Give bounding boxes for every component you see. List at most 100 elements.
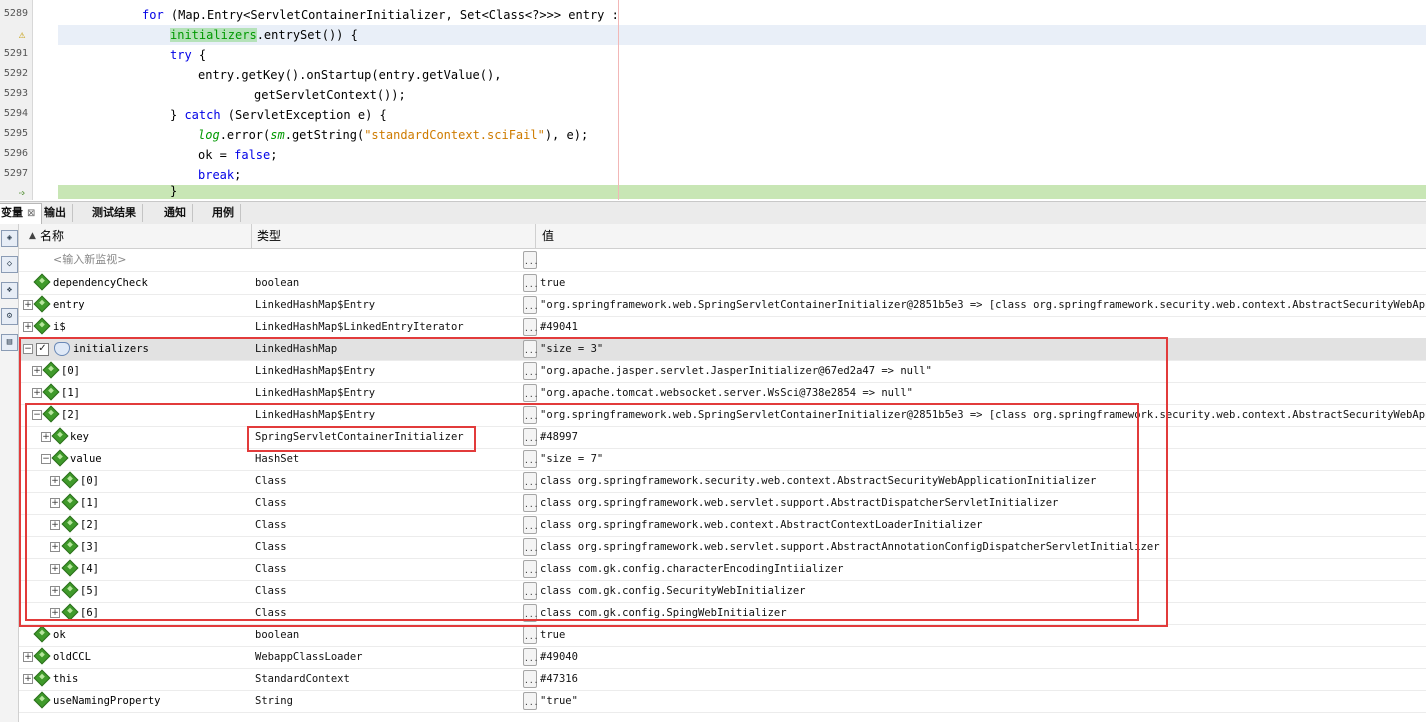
expand-icon[interactable]: + (41, 432, 51, 442)
ellipsis-button[interactable]: ... (523, 582, 538, 600)
column-header-type[interactable]: 类型 (257, 224, 281, 248)
expand-icon[interactable]: + (32, 366, 42, 376)
table-row[interactable]: + key SpringServletContainerInitializer … (19, 426, 1426, 449)
ellipsis-button[interactable]: ... (523, 538, 538, 556)
expand-icon[interactable]: + (23, 674, 33, 684)
column-divider[interactable] (535, 224, 536, 248)
ellipsis-button[interactable]: ... (523, 296, 538, 314)
table-row[interactable]: + oldCCL WebappClassLoader ... #49040 (19, 646, 1426, 669)
table-row[interactable]: + [3] Class ... class org.springframewor… (19, 536, 1426, 559)
new-watch-row[interactable]: <输入新监视> ... (19, 249, 1426, 272)
table-row[interactable]: + [2] Class ... class org.springframewor… (19, 514, 1426, 537)
expand-icon[interactable]: + (50, 520, 60, 530)
expand-icon[interactable]: + (50, 608, 60, 618)
variable-value[interactable]: class org.springframework.web.servlet.su… (540, 492, 1426, 514)
table-row[interactable]: − [2] LinkedHashMap$Entry ... "org.sprin… (19, 404, 1426, 427)
tab-notifications[interactable]: 通知 (158, 204, 193, 222)
variable-value[interactable]: #47316 (540, 668, 1426, 690)
table-row[interactable]: + [1] Class ... class org.springframewor… (19, 492, 1426, 515)
variable-value[interactable]: true (540, 272, 1426, 294)
ellipsis-button[interactable]: ... (523, 384, 538, 402)
ellipsis-button[interactable]: ... (523, 251, 538, 269)
table-row[interactable]: + [0] LinkedHashMap$Entry ... "org.apach… (19, 360, 1426, 383)
layout-icon[interactable]: ▤ (1, 334, 18, 351)
ellipsis-button[interactable]: ... (523, 428, 538, 446)
ellipsis-button[interactable]: ... (523, 362, 538, 380)
variable-value[interactable]: true (540, 624, 1426, 646)
table-row[interactable]: + [1] LinkedHashMap$Entry ... "org.apach… (19, 382, 1426, 405)
column-header-value[interactable]: 值 (542, 224, 554, 248)
expand-icon[interactable]: + (50, 476, 60, 486)
code-editor[interactable]: 5289 ⚠ 5291 5292 5293 5294 5295 5296 529… (0, 0, 1426, 200)
variable-value[interactable]: class com.gk.config.SecurityWebInitializ… (540, 580, 1426, 602)
variable-value[interactable]: class org.springframework.web.servlet.su… (540, 536, 1426, 558)
collapse-icon[interactable]: − (23, 344, 33, 354)
column-header-name[interactable]: 名称 (40, 224, 64, 248)
table-row[interactable]: + [4] Class ... class com.gk.config.char… (19, 558, 1426, 581)
variable-value[interactable]: "org.apache.tomcat.websocket.server.WsSc… (540, 382, 1426, 404)
ellipsis-button[interactable]: ... (523, 406, 538, 424)
table-row[interactable]: − ✓ initializers LinkedHashMap ... "size… (19, 338, 1426, 361)
variable-value[interactable]: #49041 (540, 316, 1426, 338)
watch-checkbox[interactable]: ✓ (36, 343, 49, 356)
collapse-icon[interactable]: − (41, 454, 51, 464)
table-row[interactable]: ok boolean ... true (19, 624, 1426, 647)
variable-value[interactable]: #49040 (540, 646, 1426, 668)
ellipsis-button[interactable]: ... (523, 604, 538, 622)
tab-variables[interactable]: 变量 ⊠ (0, 203, 43, 224)
variable-value[interactable]: #48997 (540, 426, 1426, 448)
ellipsis-button[interactable]: ... (523, 560, 538, 578)
variable-value[interactable]: class org.springframework.security.web.c… (540, 470, 1426, 492)
variable-value[interactable]: "org.springframework.web.SpringServletCo… (540, 294, 1426, 316)
expand-icon[interactable]: + (50, 564, 60, 574)
ellipsis-button[interactable]: ... (523, 472, 538, 490)
table-row[interactable]: − value HashSet ... "size = 7" (19, 448, 1426, 471)
settings-icon[interactable]: ⚙ (1, 308, 18, 325)
tab-use-cases[interactable]: 用例 (206, 204, 241, 222)
breakpoint-warning-icon[interactable]: ⚠ (16, 29, 28, 41)
variable-value[interactable]: class com.gk.config.characterEncodingInt… (540, 558, 1426, 580)
ellipsis-button[interactable]: ... (523, 274, 538, 292)
expand-icon[interactable]: + (50, 586, 60, 596)
tab-test-results[interactable]: 测试结果 (86, 204, 143, 222)
watch-icon[interactable]: ◈ (1, 230, 18, 247)
variable-value[interactable]: class org.springframework.web.context.Ab… (540, 514, 1426, 536)
table-row[interactable]: + entry LinkedHashMap$Entry ... "org.spr… (19, 294, 1426, 317)
variable-value[interactable]: "org.apache.jasper.servlet.JasperInitial… (540, 360, 1426, 382)
variable-value[interactable]: class com.gk.config.SpingWebInitializer (540, 602, 1426, 624)
ellipsis-button[interactable]: ... (523, 318, 538, 336)
table-row[interactable]: + [0] Class ... class org.springframewor… (19, 470, 1426, 493)
line-number-gutter[interactable]: 5289 ⚠ 5291 5292 5293 5294 5295 5296 529… (0, 0, 33, 200)
table-row[interactable]: + this StandardContext ... #47316 (19, 668, 1426, 691)
collapse-icon[interactable]: − (32, 410, 42, 420)
filter-icon[interactable]: ❖ (1, 282, 18, 299)
close-icon[interactable]: ⊠ (27, 208, 35, 219)
ellipsis-button[interactable]: ... (523, 648, 538, 666)
table-row[interactable]: + i$ LinkedHashMap$LinkedEntryIterator .… (19, 316, 1426, 339)
table-row[interactable]: + [5] Class ... class com.gk.config.Secu… (19, 580, 1426, 603)
variable-value[interactable]: "size = 7" (540, 448, 1426, 470)
ellipsis-button[interactable]: ... (523, 450, 538, 468)
ellipsis-button[interactable]: ... (523, 670, 538, 688)
ellipsis-button[interactable]: ... (523, 340, 538, 358)
expand-icon[interactable]: + (23, 652, 33, 662)
table-row[interactable]: + [6] Class ... class com.gk.config.Spin… (19, 602, 1426, 625)
ellipsis-button[interactable]: ... (523, 626, 538, 644)
table-row[interactable]: dependencyCheck boolean ... true (19, 272, 1426, 295)
ellipsis-button[interactable]: ... (523, 494, 538, 512)
expand-icon[interactable]: + (32, 388, 42, 398)
ellipsis-button[interactable]: ... (523, 516, 538, 534)
expand-icon[interactable]: + (23, 322, 33, 332)
new-watch-input[interactable]: <输入新监视> (53, 249, 126, 271)
expand-icon[interactable]: + (50, 498, 60, 508)
tab-output[interactable]: 输出 (38, 204, 73, 222)
ellipsis-button[interactable]: ... (523, 692, 538, 710)
table-row[interactable]: useNamingProperty String ... "true" (19, 690, 1426, 713)
sort-icon[interactable]: ▲ (29, 224, 36, 248)
variable-value[interactable]: "org.springframework.web.SpringServletCo… (540, 404, 1426, 426)
column-divider[interactable] (251, 224, 252, 248)
expand-icon[interactable]: + (50, 542, 60, 552)
variable-value[interactable]: "true" (540, 690, 1426, 712)
variable-value[interactable]: "size = 3" (540, 338, 1426, 360)
new-watch-icon[interactable]: ◇ (1, 256, 18, 273)
